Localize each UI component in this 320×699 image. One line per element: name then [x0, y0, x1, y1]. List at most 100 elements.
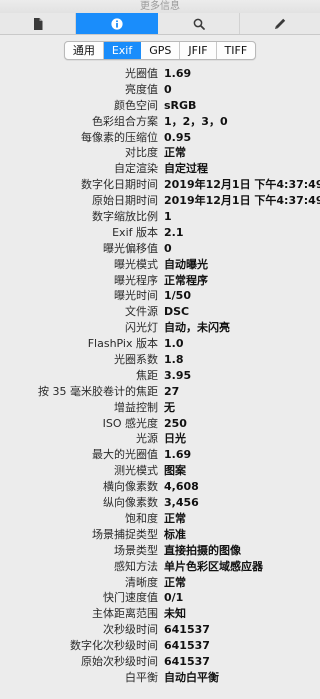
exif-row: 主体距离范围 未知: [0, 606, 320, 622]
exif-row: 曝光偏移值 0: [0, 241, 320, 257]
exif-row: 对比度 正常: [0, 145, 320, 161]
exif-value: 日光: [164, 432, 186, 446]
exif-key: Exif 版本: [112, 225, 158, 239]
exif-key: 亮度值: [125, 82, 158, 96]
exif-row: 原始次秒级时间 641537: [0, 654, 320, 670]
general-info-button[interactable]: [0, 13, 76, 34]
exif-value: DSC: [164, 305, 190, 319]
exif-key: 清晰度: [125, 575, 158, 589]
exif-key: ISO 感光度: [102, 416, 158, 430]
exif-key: 数字化日期时间: [81, 178, 158, 192]
exif-row: 场景捕捉类型 标准: [0, 527, 320, 543]
exif-value: 图案: [164, 464, 186, 478]
exif-value: 正常程序: [164, 273, 208, 287]
exif-row: 感知方法 单片色彩区域感应器: [0, 559, 320, 575]
exif-key: 焦距: [136, 368, 158, 382]
exif-key: 对比度: [125, 146, 158, 160]
exif-key: 曝光程序: [114, 273, 158, 287]
exif-row: 亮度值 0: [0, 82, 320, 98]
exif-value: 未知: [164, 607, 186, 621]
exif-value: 1/50: [164, 289, 191, 303]
exif-key: 场景类型: [114, 543, 158, 557]
exif-key: 曝光偏移值: [103, 241, 158, 255]
exif-value: 自动曝光: [164, 257, 208, 271]
exif-row: 清晰度 正常: [0, 575, 320, 591]
exif-key: 纵向像素数: [103, 496, 158, 510]
exif-properties-list: 光圈值 1.69 亮度值 0 颜色空间 sRGB 色彩组合方案 1，2，3，0 每像素的压缩位 0…: [0, 66, 320, 686]
inspector-toolbar: [0, 13, 320, 35]
exif-value: 3.95: [164, 368, 192, 382]
exif-key: 闪光灯: [125, 321, 158, 335]
exif-key: 次秒级时间: [103, 623, 158, 637]
exif-value: 1.69: [164, 67, 192, 80]
exif-value: 641537: [164, 623, 210, 637]
exif-row: 光源 日光: [0, 431, 320, 447]
exif-value: 641537: [164, 654, 210, 668]
exif-row: 自定渲染 自定过程: [0, 161, 320, 177]
exif-row: ISO 感光度 250: [0, 416, 320, 432]
exif-value: 直接拍摄的图像: [164, 543, 241, 557]
exif-value: 标准: [164, 527, 186, 541]
exif-value: 1.69: [164, 448, 192, 462]
exif-row: 曝光时间 1/50: [0, 288, 320, 304]
exif-value: sRGB: [164, 98, 197, 112]
exif-value: 自定过程: [164, 162, 208, 176]
exif-value: 1，2，3，0: [164, 114, 228, 128]
exif-key: 光圈值: [125, 67, 158, 80]
tab-exif[interactable]: Exif: [103, 42, 142, 59]
exif-row: 快门速度值 0/1: [0, 590, 320, 606]
metadata-tabs: 通用 Exif GPS JFIF TIFF: [63, 41, 257, 60]
exif-key: 色彩组合方案: [92, 114, 158, 128]
exif-row: 曝光模式 自动曝光: [0, 257, 320, 273]
exif-row: 每像素的压缩位 0.95: [0, 130, 320, 146]
exif-key: 最大的光圈值: [92, 448, 158, 462]
exif-row: 光圈系数 1.8: [0, 352, 320, 368]
more-info-button[interactable]: [76, 13, 158, 34]
exif-row: 原始日期时间 2019年12月1日 下午4:37:49: [0, 193, 320, 209]
exif-key: 文件源: [125, 305, 158, 319]
exif-value: 0: [164, 241, 172, 255]
exif-key: 横向像素数: [103, 480, 158, 494]
tab-general[interactable]: 通用: [65, 42, 104, 59]
exif-key: 自定渲染: [114, 162, 158, 176]
exif-value: 无: [164, 400, 175, 414]
exif-key: 场景捕捉类型: [92, 527, 158, 541]
exif-row: 白平衡 自动白平衡: [0, 670, 320, 686]
tab-gps[interactable]: GPS: [141, 42, 181, 59]
exif-key: 白平衡: [125, 670, 158, 684]
exif-value: 0: [164, 82, 172, 96]
exif-key: 光源: [136, 432, 158, 446]
exif-value: 1.8: [164, 353, 184, 367]
exif-value: 0.95: [164, 130, 192, 144]
exif-value: 单片色彩区域感应器: [164, 559, 263, 573]
exif-key: 数字缩放比例: [92, 210, 158, 224]
metadata-tabs-container: 通用 Exif GPS JFIF TIFF: [0, 41, 320, 60]
exif-key: 增益控制: [114, 400, 158, 414]
exif-row: Exif 版本 2.1: [0, 225, 320, 241]
tab-tiff[interactable]: TIFF: [217, 42, 256, 59]
exif-value: 自动，未闪亮: [164, 321, 230, 335]
exif-key: 数字化次秒级时间: [70, 639, 158, 653]
exif-value: 2019年12月1日 下午4:37:49: [164, 194, 320, 208]
exif-key: 原始日期时间: [92, 194, 158, 208]
exif-value: 正常: [164, 146, 186, 160]
tab-jfif[interactable]: JFIF: [180, 42, 217, 59]
exif-value: 4,608: [164, 480, 199, 494]
exif-row: 焦距 3.95: [0, 368, 320, 384]
search-button[interactable]: [158, 13, 240, 34]
exif-key: 饱和度: [125, 511, 158, 525]
annotate-button[interactable]: [240, 13, 320, 34]
exif-row: 数字缩放比例 1: [0, 209, 320, 225]
exif-row: 按 35 毫米胶卷计的焦距 27: [0, 384, 320, 400]
exif-row: 测光模式 图案: [0, 463, 320, 479]
exif-value: 27: [164, 384, 180, 398]
exif-row: 色彩组合方案 1，2，3，0: [0, 114, 320, 130]
exif-key: 主体距离范围: [92, 607, 158, 621]
exif-row: 增益控制无: [0, 400, 320, 416]
exif-key: FlashPix 版本: [87, 337, 158, 351]
exif-value: 正常: [164, 511, 186, 525]
exif-value: 自动白平衡: [164, 670, 219, 684]
exif-row: 纵向像素数 3,456: [0, 495, 320, 511]
title-bar[interactable]: 更多信息: [0, 0, 320, 14]
window-title: 更多信息: [140, 1, 180, 12]
